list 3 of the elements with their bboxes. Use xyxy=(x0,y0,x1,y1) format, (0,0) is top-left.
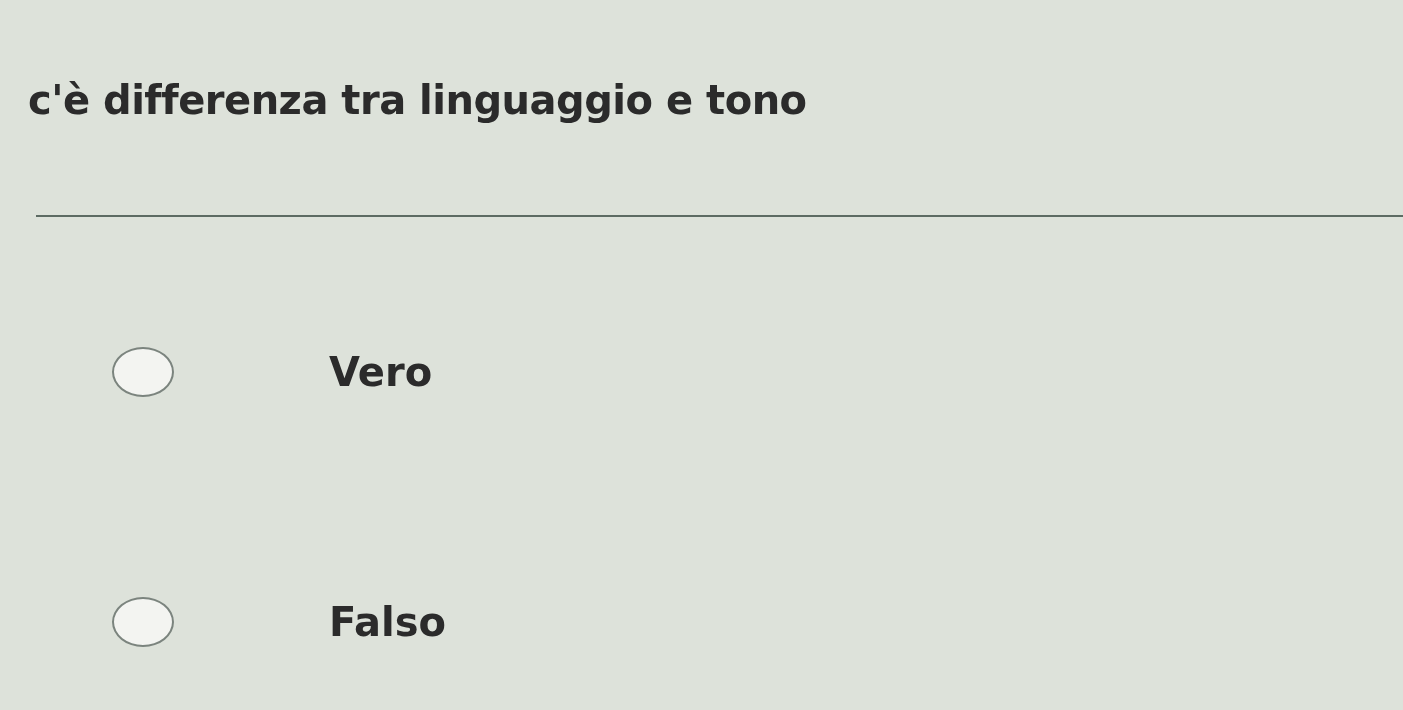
option-label[interactable]: Falso xyxy=(329,592,446,652)
option-label[interactable]: Vero xyxy=(329,342,433,402)
question-text: c'è differenza tra linguaggio e tono xyxy=(27,76,808,125)
